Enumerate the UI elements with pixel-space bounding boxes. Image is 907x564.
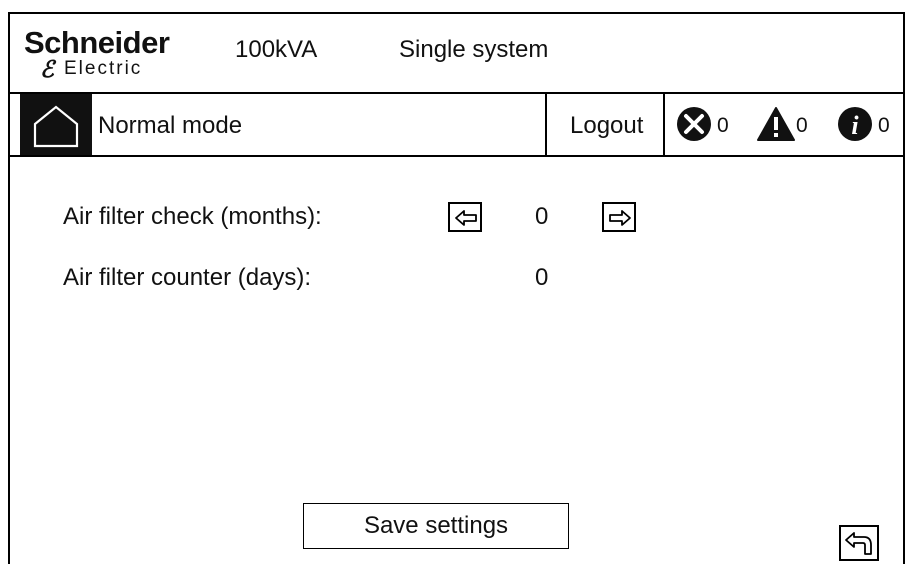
air-filter-check-value: 0 xyxy=(535,203,549,230)
save-settings-button[interactable]: Save settings xyxy=(303,503,569,549)
decrease-button[interactable] xyxy=(448,202,482,232)
home-icon xyxy=(33,105,79,148)
app-window: Schneider ℰ Electric 100kVA Single syste… xyxy=(0,0,907,564)
info-indicator[interactable]: i 0 xyxy=(836,106,898,142)
logout-button[interactable]: Logout xyxy=(570,112,643,140)
status-bar-bottom-line xyxy=(8,155,905,157)
increase-button[interactable] xyxy=(602,202,636,232)
alarm-indicator[interactable]: 0 xyxy=(675,106,737,142)
schneider-logo: Schneider ℰ Electric xyxy=(24,26,204,84)
logo-mark-icon: ℰ xyxy=(40,56,54,82)
arrow-left-icon xyxy=(455,210,477,226)
info-circle-icon: i xyxy=(838,107,872,141)
warning-count: 0 xyxy=(796,114,808,137)
home-button[interactable] xyxy=(20,94,92,155)
warning-triangle-icon xyxy=(757,107,795,141)
logo-brand-top: Schneider xyxy=(24,25,170,60)
arrow-right-icon xyxy=(609,210,631,226)
status-bar: Normal mode Logout 0 0 i 0 xyxy=(8,92,905,158)
system-type: Single system xyxy=(399,36,549,63)
status-bar-top-line xyxy=(8,92,905,94)
status-divider xyxy=(663,94,665,155)
power-rating: 100kVA xyxy=(235,36,318,63)
x-circle-icon xyxy=(677,107,711,141)
info-count: 0 xyxy=(878,114,890,137)
frame-border-top xyxy=(8,12,905,14)
operating-mode: Normal mode xyxy=(98,112,243,139)
air-filter-check-label: Air filter check (months): xyxy=(63,203,322,230)
alarm-count: 0 xyxy=(717,114,729,137)
logo-brand-bottom: Electric xyxy=(64,58,143,79)
air-filter-counter-label: Air filter counter (days): xyxy=(63,264,312,291)
air-filter-counter-value: 0 xyxy=(535,264,549,291)
back-arrow-icon xyxy=(845,532,872,555)
back-button[interactable] xyxy=(839,525,879,561)
status-divider xyxy=(545,94,547,155)
warning-indicator[interactable]: 0 xyxy=(756,106,818,142)
svg-text:i: i xyxy=(851,111,859,140)
